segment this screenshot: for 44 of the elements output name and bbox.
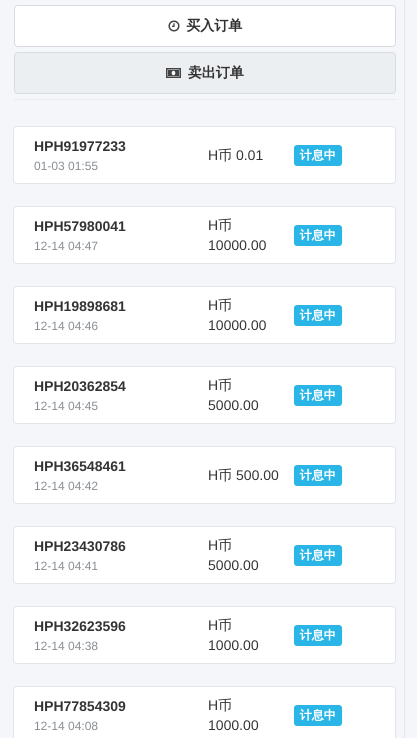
order-amount: H币 5000.00 (208, 536, 260, 575)
banknote-icon (166, 68, 181, 78)
order-amount: H币 1000.00 (208, 616, 260, 655)
order-amount: H币 10000.00 (208, 216, 268, 255)
order-card[interactable]: HPH57980041 12-14 04:47 H币 10000.00 计息中 (13, 206, 396, 264)
order-tab[interactable]: 卖出订单 (14, 52, 396, 94)
order-number: HPH23430786 (34, 538, 126, 554)
order-card[interactable]: HPH23430786 12-14 04:41 H币 5000.00 计息中 (13, 526, 396, 584)
order-number: HPH19898681 (34, 298, 126, 314)
status-badge: 计息中 (294, 464, 342, 486)
order-amount: H币 5000.00 (208, 376, 260, 415)
order-card[interactable]: HPH20362854 12-14 04:45 H币 5000.00 计息中 (13, 366, 396, 424)
order-amount: H币 0.01 (208, 146, 264, 165)
order-time: 01-03 01:55 (34, 158, 98, 172)
order-time: 12-14 04:46 (34, 318, 98, 332)
clock-icon (168, 20, 180, 32)
order-number: HPH32623596 (34, 618, 126, 634)
order-number: HPH36548461 (34, 458, 126, 474)
order-time: 12-14 04:45 (34, 398, 98, 412)
status-badge: 计息中 (294, 704, 342, 726)
order-time: 12-14 04:08 (34, 718, 98, 732)
order-amount: H币 1000.00 (208, 696, 260, 735)
status-badge: 计息中 (294, 384, 342, 406)
order-amount: H币 10000.00 (208, 296, 268, 335)
order-time: 12-14 04:42 (34, 478, 98, 492)
order-amount: H币 500.00 (208, 466, 280, 485)
status-badge: 计息中 (294, 144, 342, 166)
order-tab[interactable]: 买入订单 (14, 5, 396, 47)
order-card[interactable]: HPH91977233 01-03 01:55 H币 0.01 计息中 (13, 126, 396, 184)
status-badge: 计息中 (294, 224, 342, 246)
order-time: 12-14 04:47 (34, 238, 98, 252)
order-time: 12-14 04:41 (34, 558, 98, 572)
order-card[interactable]: HPH19898681 12-14 04:46 H币 10000.00 计息中 (13, 286, 396, 344)
status-badge: 计息中 (294, 624, 342, 646)
status-badge: 计息中 (294, 544, 342, 566)
order-number: HPH91977233 (34, 138, 126, 154)
order-time: 12-14 04:38 (34, 638, 98, 652)
status-badge: 计息中 (294, 304, 342, 326)
order-number: HPH57980041 (34, 218, 126, 234)
order-card[interactable]: HPH77854309 12-14 04:08 H币 1000.00 计息中 (13, 686, 396, 738)
order-number: HPH77854309 (34, 698, 126, 714)
order-card[interactable]: HPH36548461 12-14 04:42 H币 500.00 计息中 (13, 446, 396, 504)
order-number: HPH20362854 (34, 378, 126, 394)
order-card[interactable]: HPH32623596 12-14 04:38 H币 1000.00 计息中 (13, 606, 396, 664)
